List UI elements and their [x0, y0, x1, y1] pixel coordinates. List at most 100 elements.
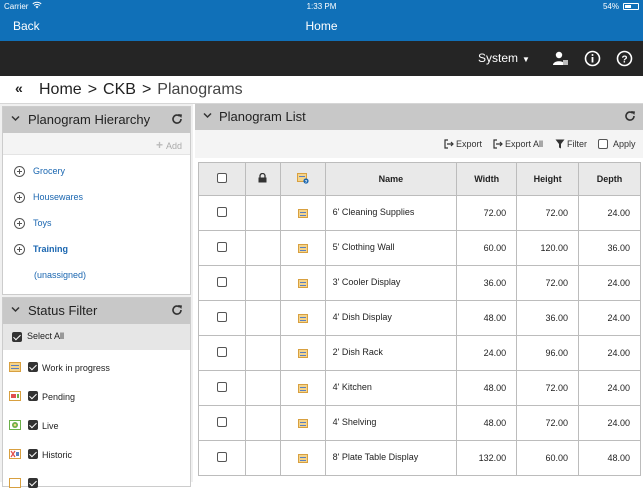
select-all-checkbox[interactable] — [12, 332, 22, 342]
table-row[interactable]: 2' Dish Rack 24.00 96.00 24.00 — [198, 335, 641, 371]
expand-icon[interactable] — [14, 218, 25, 229]
width-cell: 48.00 — [456, 300, 518, 336]
info-icon[interactable] — [584, 50, 601, 67]
refresh-icon[interactable] — [624, 110, 636, 122]
row-select-cell[interactable] — [198, 405, 246, 441]
depth-column-header[interactable]: Depth — [578, 162, 641, 196]
table-row[interactable]: 4' Shelving 48.00 72.00 24.00 — [198, 405, 641, 441]
tree-item-unassigned[interactable]: (unassigned) — [3, 263, 190, 289]
expand-icon[interactable] — [14, 192, 25, 203]
table-row[interactable]: 4' Kitchen 48.00 72.00 24.00 — [198, 370, 641, 406]
tree-item-training[interactable]: Training — [3, 237, 190, 263]
status-item-historic[interactable]: Historic — [3, 440, 190, 469]
hierarchy-panel-header[interactable]: Planogram Hierarchy — [3, 107, 190, 133]
chevron-down-icon — [203, 112, 212, 119]
status-label: Historic — [42, 450, 73, 460]
row-checkbox[interactable] — [216, 312, 227, 322]
name-cell: 3' Cooler Display — [324, 265, 458, 301]
status-item-live[interactable]: Live — [3, 411, 190, 440]
add-button[interactable]: + Add — [156, 138, 182, 152]
depth-cell: 48.00 — [578, 440, 641, 476]
lock-icon — [258, 172, 267, 183]
tree-item-toys[interactable]: Toys — [3, 211, 190, 237]
battery-icon — [623, 3, 639, 10]
expand-icon[interactable] — [14, 166, 25, 177]
status-item-work-in-progress[interactable]: Work in progress — [3, 353, 190, 382]
expand-icon[interactable] — [14, 244, 25, 255]
row-select-cell[interactable] — [198, 440, 246, 476]
depth-cell: 36.00 — [578, 230, 641, 266]
header-checkbox[interactable] — [216, 173, 227, 183]
tree-item-housewares[interactable]: Housewares — [3, 185, 190, 211]
row-checkbox[interactable] — [216, 382, 227, 392]
width-cell: 72.00 — [456, 195, 518, 231]
select-all-row[interactable]: Select All — [3, 324, 190, 350]
help-icon[interactable]: ? — [616, 50, 633, 67]
ios-status-bar: Carrier 1:33 PM 54% — [0, 0, 643, 14]
row-select-cell[interactable] — [198, 230, 246, 266]
lock-cell — [244, 265, 281, 301]
table-row[interactable]: 8' Plate Table Display 132.00 60.00 48.0… — [198, 440, 641, 476]
row-checkbox[interactable] — [216, 277, 227, 287]
planogram-status-icon — [297, 419, 308, 429]
status-checkbox[interactable] — [28, 478, 38, 488]
row-checkbox[interactable] — [216, 452, 227, 462]
status-item-partial[interactable] — [3, 469, 190, 498]
left-pane: Planogram Hierarchy + Add Grocery Housewa… — [0, 104, 193, 488]
select-all-rows-header[interactable] — [198, 162, 246, 196]
status-checkbox[interactable] — [28, 420, 38, 430]
row-checkbox[interactable] — [216, 347, 227, 357]
planogram-list-title: Planogram List — [219, 109, 306, 124]
width-cell: 48.00 — [456, 405, 518, 441]
status-checkbox[interactable] — [28, 362, 38, 372]
export-all-label: Export All — [505, 139, 544, 149]
system-dropdown-label: System — [478, 51, 519, 65]
lock-cell — [244, 195, 281, 231]
tree-item-grocery[interactable]: Grocery — [3, 159, 190, 185]
status-filter-header[interactable]: Status Filter — [3, 298, 190, 324]
table-row[interactable]: 4' Dish Display 48.00 36.00 24.00 — [198, 300, 641, 336]
name-column-header[interactable]: Name — [324, 162, 458, 196]
export-icon — [444, 139, 454, 149]
navigation-bar: Back Home — [0, 14, 643, 41]
row-select-cell[interactable] — [198, 265, 246, 301]
width-column-header[interactable]: Width — [456, 162, 518, 196]
name-cell: 8' Plate Table Display — [324, 440, 458, 476]
tree-item-label: Training — [33, 244, 69, 254]
row-checkbox[interactable] — [216, 242, 227, 252]
status-checkbox[interactable] — [28, 449, 38, 459]
name-cell: 4' Dish Display — [324, 300, 458, 336]
table-row[interactable]: 5' Clothing Wall 60.00 120.00 36.00 — [198, 230, 641, 266]
breadcrumb-ckb[interactable]: CKB — [103, 81, 136, 98]
breadcrumb-home[interactable]: Home — [39, 81, 82, 98]
row-checkbox[interactable] — [216, 207, 227, 217]
name-cell: 4' Kitchen — [324, 370, 458, 406]
row-select-cell[interactable] — [198, 195, 246, 231]
breadcrumb: Home > CKB > Planograms — [39, 81, 243, 99]
filter-button[interactable]: Filter — [555, 139, 587, 149]
system-dropdown[interactable]: System ▼ — [478, 51, 530, 65]
planogram-status-icon — [297, 279, 308, 289]
planogram-list-header[interactable]: Planogram List — [195, 104, 643, 130]
user-icon[interactable] — [552, 50, 569, 67]
refresh-icon[interactable] — [171, 113, 183, 125]
back-button[interactable]: Back — [13, 19, 40, 33]
table-row[interactable]: 3' Cooler Display 36.00 72.00 24.00 — [198, 265, 641, 301]
row-select-cell[interactable] — [198, 335, 246, 371]
planogram-table: ? Name Width Height Depth 6' Cleaning Su… — [198, 162, 641, 476]
wip-status-icon — [9, 362, 21, 372]
height-column-header[interactable]: Height — [516, 162, 580, 196]
table-row[interactable]: 6' Cleaning Supplies 72.00 72.00 24.00 — [198, 195, 641, 231]
collapse-sidebar-icon[interactable]: « — [15, 80, 23, 96]
row-select-cell[interactable] — [198, 300, 246, 336]
export-button[interactable]: Export — [444, 139, 482, 149]
status-item-pending[interactable]: Pending — [3, 382, 190, 411]
refresh-icon[interactable] — [171, 304, 183, 316]
planogram-status-icon — [297, 384, 308, 394]
row-checkbox[interactable] — [216, 417, 227, 427]
export-all-button[interactable]: Export All — [493, 139, 543, 149]
row-select-cell[interactable] — [198, 370, 246, 406]
apply-checkbox[interactable] — [598, 139, 608, 149]
lock-cell — [244, 230, 281, 266]
status-checkbox[interactable] — [28, 391, 38, 401]
